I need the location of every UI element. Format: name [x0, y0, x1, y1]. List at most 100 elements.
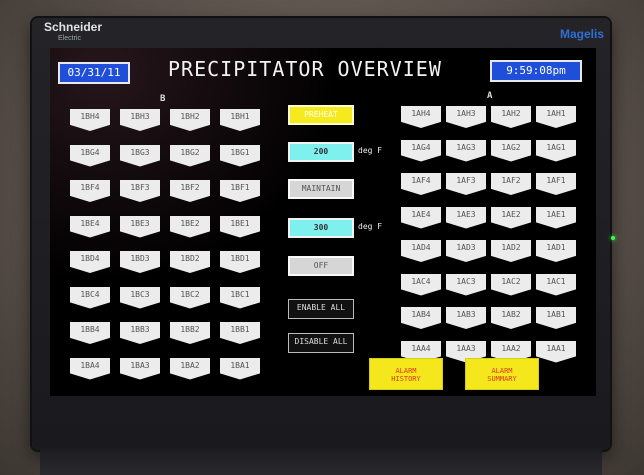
- off-button[interactable]: OFF: [288, 256, 354, 276]
- a-zone-1af4[interactable]: 1AF4: [401, 173, 441, 195]
- a-zone-1ah1[interactable]: 1AH1: [536, 106, 576, 128]
- b-zone-1bg3[interactable]: 1BG3: [120, 144, 160, 167]
- alarm-history-button[interactable]: ALARM HISTORY: [369, 358, 443, 390]
- a-zone-1ac3[interactable]: 1AC3: [446, 273, 486, 296]
- a-zone-1ac4[interactable]: 1AC4: [401, 273, 441, 296]
- b-zone-1bd4[interactable]: 1BD4: [70, 251, 110, 273]
- b-zone-1bh2[interactable]: 1BH2: [170, 109, 210, 131]
- b-zone-1be3[interactable]: 1BE3: [120, 215, 160, 238]
- b-zone-1bd1[interactable]: 1BD1: [220, 251, 260, 273]
- zone-label: 1BF1: [230, 183, 250, 192]
- maintain-temp-field[interactable]: 300: [288, 218, 354, 238]
- a-zone-1ae1[interactable]: 1AE1: [536, 206, 576, 229]
- a-zone-1ah4[interactable]: 1AH4: [401, 106, 441, 128]
- a-zone-1ad4[interactable]: 1AD4: [401, 240, 441, 262]
- zone-label: 1BF2: [180, 183, 200, 192]
- zone-label: 1AF4: [411, 176, 431, 185]
- zone-label: 1BG3: [130, 147, 150, 157]
- a-zone-1ad1[interactable]: 1AD1: [536, 240, 576, 262]
- zone-label: 1AC4: [411, 276, 431, 286]
- a-zone-1ab2[interactable]: 1AB2: [491, 307, 531, 329]
- maintain-button[interactable]: MAINTAIN: [288, 179, 354, 199]
- b-zone-1be4[interactable]: 1BE4: [70, 215, 110, 238]
- a-zone-1ae3[interactable]: 1AE3: [446, 206, 486, 229]
- zone-label: 1BD3: [130, 254, 150, 263]
- b-zone-1bg4[interactable]: 1BG4: [70, 144, 110, 167]
- b-zone-1bc4[interactable]: 1BC4: [70, 286, 110, 309]
- zone-label: 1AA2: [501, 343, 521, 353]
- hmi-screen: 03/31/11 PRECIPITATOR OVERVIEW 9:59:08pm…: [50, 48, 596, 396]
- a-zone-1aa1[interactable]: 1AA1: [536, 340, 576, 363]
- b-zone-1bb2[interactable]: 1BB2: [170, 322, 210, 344]
- zone-label: 1AB1: [546, 310, 566, 319]
- b-zone-1bd2[interactable]: 1BD2: [170, 251, 210, 273]
- zone-label: 1AG3: [456, 142, 476, 152]
- enable-all-button[interactable]: ENABLE ALL: [288, 299, 354, 319]
- a-zone-1ag3[interactable]: 1AG3: [446, 139, 486, 162]
- a-zone-1ah2[interactable]: 1AH2: [491, 106, 531, 128]
- zone-label: 1AE2: [501, 209, 521, 219]
- disable-all-button[interactable]: DISABLE ALL: [288, 333, 354, 353]
- b-zone-1ba1[interactable]: 1BA1: [220, 357, 260, 380]
- zone-label: 1BH2: [180, 112, 200, 121]
- b-zone-1bf1[interactable]: 1BF1: [220, 180, 260, 202]
- b-zone-1be1[interactable]: 1BE1: [220, 215, 260, 238]
- zone-label: 1BA1: [230, 360, 250, 370]
- a-zone-1ae2[interactable]: 1AE2: [491, 206, 531, 229]
- zone-label: 1AB4: [411, 310, 431, 319]
- alarm-summary-button[interactable]: ALARM SUMMARY: [465, 358, 539, 390]
- zone-label: 1BG1: [230, 147, 250, 157]
- b-zone-1be2[interactable]: 1BE2: [170, 215, 210, 238]
- b-zone-1bc2[interactable]: 1BC2: [170, 286, 210, 309]
- zone-label: 1AA3: [456, 343, 476, 353]
- b-zone-1bb1[interactable]: 1BB1: [220, 322, 260, 344]
- b-zone-1bg2[interactable]: 1BG2: [170, 144, 210, 167]
- b-zone-1bf2[interactable]: 1BF2: [170, 180, 210, 202]
- zone-label: 1BC4: [80, 289, 100, 299]
- a-zone-1ac2[interactable]: 1AC2: [491, 273, 531, 296]
- b-zone-1bc3[interactable]: 1BC3: [120, 286, 160, 309]
- a-zone-1ag4[interactable]: 1AG4: [401, 139, 441, 162]
- b-zone-1bg1[interactable]: 1BG1: [220, 144, 260, 167]
- a-zone-1ag2[interactable]: 1AG2: [491, 139, 531, 162]
- b-zone-1bh4[interactable]: 1BH4: [70, 109, 110, 131]
- b-zone-1bb3[interactable]: 1BB3: [120, 322, 160, 344]
- b-zone-1ba2[interactable]: 1BA2: [170, 357, 210, 380]
- zone-label: 1BF4: [80, 183, 100, 192]
- zone-label: 1BH3: [130, 112, 150, 121]
- b-zone-1bf3[interactable]: 1BF3: [120, 180, 160, 202]
- a-zone-1af1[interactable]: 1AF1: [536, 173, 576, 195]
- model-name: Magelis: [559, 27, 604, 41]
- b-zone-1bf4[interactable]: 1BF4: [70, 180, 110, 202]
- a-zone-1af2[interactable]: 1AF2: [491, 173, 531, 195]
- b-zone-1bc1[interactable]: 1BC1: [220, 286, 260, 309]
- b-zone-1bh1[interactable]: 1BH1: [220, 109, 260, 131]
- group-b-label: B: [160, 94, 166, 104]
- b-zone-1ba3[interactable]: 1BA3: [120, 357, 160, 380]
- zone-label: 1BD1: [230, 254, 250, 263]
- a-zone-1ag1[interactable]: 1AG1: [536, 139, 576, 162]
- b-zone-1bd3[interactable]: 1BD3: [120, 251, 160, 273]
- preheat-button[interactable]: PREHEAT: [288, 105, 354, 125]
- zone-label: 1AH4: [411, 109, 431, 118]
- a-zone-1ab3[interactable]: 1AB3: [446, 307, 486, 329]
- zone-label: 1AB2: [501, 310, 521, 319]
- a-zone-1ad2[interactable]: 1AD2: [491, 240, 531, 262]
- preheat-temp-field[interactable]: 200: [288, 142, 354, 162]
- a-zone-1ac1[interactable]: 1AC1: [536, 273, 576, 296]
- a-zone-1ab4[interactable]: 1AB4: [401, 307, 441, 329]
- zone-label: 1AA4: [411, 343, 431, 353]
- a-zone-1ad3[interactable]: 1AD3: [446, 240, 486, 262]
- brand-logo: Schneider Electric: [44, 21, 102, 44]
- zone-label: 1BG2: [180, 147, 200, 157]
- zone-label: 1AH2: [501, 109, 521, 118]
- a-zone-1af3[interactable]: 1AF3: [446, 173, 486, 195]
- a-zone-1ae4[interactable]: 1AE4: [401, 206, 441, 229]
- b-zone-1ba4[interactable]: 1BA4: [70, 357, 110, 380]
- b-zone-1bb4[interactable]: 1BB4: [70, 322, 110, 344]
- b-zone-1bh3[interactable]: 1BH3: [120, 109, 160, 131]
- a-zone-1ab1[interactable]: 1AB1: [536, 307, 576, 329]
- zone-label: 1BG4: [80, 147, 100, 157]
- a-zone-1ah3[interactable]: 1AH3: [446, 106, 486, 128]
- zone-label: 1BB2: [180, 325, 200, 334]
